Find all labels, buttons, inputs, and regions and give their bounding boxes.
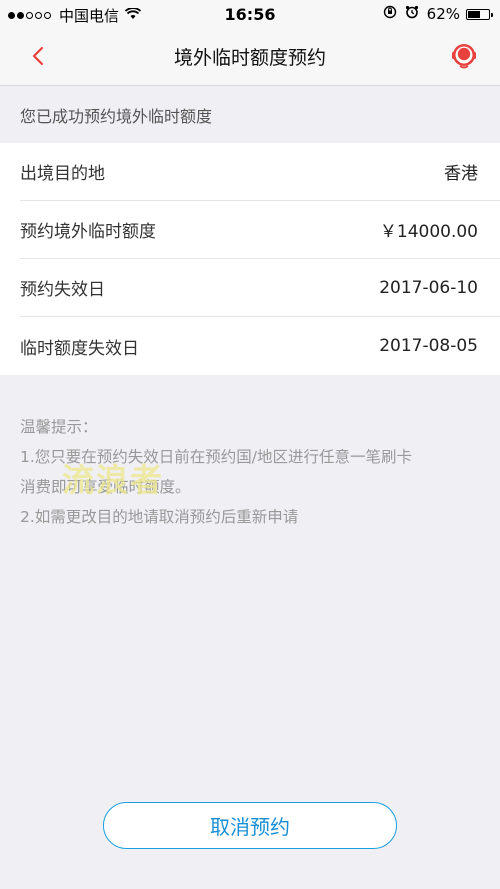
alarm-clock-icon [405,5,419,23]
detail-label: 临时额度失效日 [20,338,139,359]
tip-line: 2.如需更改目的地请取消预约后重新申请 [20,508,299,526]
detail-value: 2017-08-05 [379,336,478,356]
detail-row-destination: 出境目的地 香港 [20,143,500,201]
battery-fill [468,10,481,18]
cancel-reservation-button[interactable]: 取消预约 [103,802,397,849]
detail-row-amount: 预约境外临时额度 ￥14000.00 [20,201,500,259]
battery-icon [466,8,493,20]
detail-label: 出境目的地 [20,164,105,184]
detail-row-reservation-expiry: 预约失效日 2017-06-10 [20,259,500,317]
reservation-details: 出境目的地 香港 预约境外临时额度 ￥14000.00 预约失效日 2017-0… [0,143,500,375]
page-title: 境外临时额度预约 [173,47,326,69]
detail-label: 预约失效日 [20,280,105,300]
success-message: 您已成功预约境外临时额度 [20,107,213,126]
battery-percent: 62% [426,5,460,23]
detail-row-limit-expiry: 临时额度失效日 2017-08-05 [20,317,500,375]
nav-bar: 境外临时额度预约 [0,28,500,86]
detail-value: ￥14000.00 [379,222,478,242]
tips-title: 温馨提示： [20,418,98,436]
detail-value: 香港 [444,164,478,184]
orientation-lock-icon [383,5,397,23]
status-right: 62% [383,5,493,23]
watermark: 流浪者 [62,461,165,499]
detail-value: 2017-06-10 [379,277,478,298]
customer-service-icon[interactable] [450,42,478,70]
detail-label: 预约境外临时额度 [20,222,156,242]
status-bar: 中国电信 16:56 62% [0,0,500,28]
